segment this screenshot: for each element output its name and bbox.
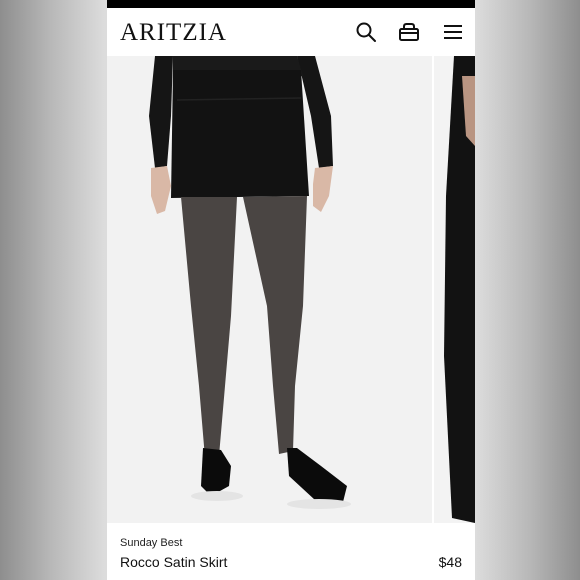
top-nav-bar: ARITZIA — [107, 8, 475, 56]
product-info: Sunday Best Rocco Satin Skirt $48 — [107, 523, 475, 580]
shopping-bag-icon[interactable] — [397, 20, 421, 44]
status-bar — [107, 0, 475, 8]
product-image-carousel[interactable] — [107, 56, 475, 523]
product-name[interactable]: Rocco Satin Skirt — [120, 554, 227, 570]
hamburger-menu-icon[interactable] — [441, 20, 465, 44]
brand-logo[interactable]: ARITZIA — [120, 20, 227, 46]
product-brand: Sunday Best — [120, 537, 183, 549]
search-icon[interactable] — [354, 20, 378, 44]
product-photo-next-peek[interactable] — [434, 56, 475, 523]
app-screen: ARITZIA Sunday Best Rocco Satin Skirt $4… — [107, 0, 475, 580]
product-photo-main[interactable] — [107, 56, 432, 523]
product-price: $48 — [438, 554, 462, 570]
